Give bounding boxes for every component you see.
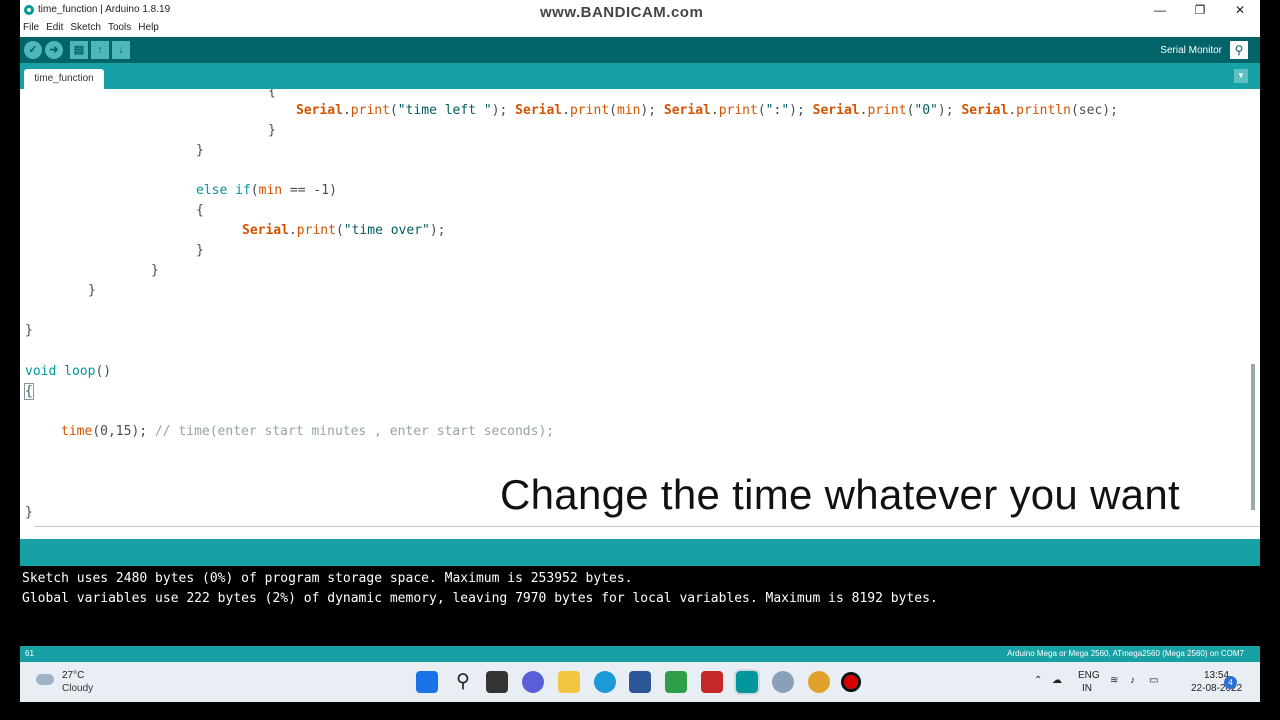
edge-browser-icon[interactable] xyxy=(594,671,616,693)
menu-edit[interactable]: Edit xyxy=(43,20,67,36)
chevron-up-icon[interactable]: ⌃ xyxy=(1034,675,1042,686)
bandicam-watermark: www.BANDICAM.com xyxy=(540,4,704,21)
code-line: { xyxy=(196,203,204,218)
file-explorer-icon[interactable] xyxy=(558,671,580,693)
tab-time-function[interactable]: time_function xyxy=(24,69,104,89)
windows-taskbar: 27°C Cloudy ⚲ ⌃ ☁ ENG IN ≋ ♪ ▭ 13:54 22-… xyxy=(20,662,1260,702)
store-icon[interactable] xyxy=(629,671,651,693)
video-caption: Change the time whatever you want xyxy=(500,471,1180,518)
code-line: void loop() xyxy=(25,364,112,379)
code-line: { xyxy=(24,383,34,400)
status-bar: 61 Arduino Mega or Mega 2560, ATmega2560… xyxy=(20,646,1260,662)
chevron-down-icon: ▼ xyxy=(1237,71,1245,80)
console-divider[interactable] xyxy=(20,539,1260,566)
code-line: } xyxy=(88,283,96,298)
minimize-button[interactable]: — xyxy=(1146,2,1174,18)
language-bottom[interactable]: IN xyxy=(1082,683,1092,694)
vertical-scrollbar[interactable] xyxy=(1251,364,1255,510)
code-line: } xyxy=(196,243,204,258)
tab-bar: time_function ▼ xyxy=(20,63,1260,89)
excel-icon[interactable] xyxy=(665,671,687,693)
horizontal-scrollbar[interactable] xyxy=(34,526,1260,527)
serial-monitor-button[interactable]: ⚲ xyxy=(1230,41,1248,59)
tab-menu-button[interactable]: ▼ xyxy=(1234,69,1248,83)
code-line: else if(min == -1) xyxy=(196,183,337,198)
menu-file[interactable]: File xyxy=(20,20,43,36)
upload-button[interactable]: ➜ xyxy=(45,41,63,59)
notification-badge[interactable]: 4 xyxy=(1224,676,1237,689)
code-line: time(0,15); // time(enter start minutes … xyxy=(61,424,555,439)
verify-button[interactable]: ✓ xyxy=(24,41,42,59)
menu-tools[interactable]: Tools xyxy=(105,20,135,36)
cloud-icon[interactable] xyxy=(36,674,54,685)
arrow-down-icon: ↓ xyxy=(118,44,124,56)
menu-bar: File Edit Sketch Tools Help xyxy=(20,20,1260,36)
board-info: Arduino Mega or Mega 2560, ATmega2560 (M… xyxy=(1007,649,1244,658)
arduino-taskbar-icon[interactable] xyxy=(734,669,760,695)
open-sketch-button[interactable]: ↑ xyxy=(91,41,109,59)
title-bar: time_function | Arduino 1.8.19 www.BANDI… xyxy=(20,0,1260,21)
language-top[interactable]: ENG xyxy=(1078,670,1100,681)
windows-start-icon[interactable] xyxy=(416,671,438,693)
onedrive-icon[interactable]: ☁ xyxy=(1052,675,1062,686)
code-line: } xyxy=(25,505,33,520)
arduino-app-icon xyxy=(24,5,34,15)
code-line: } xyxy=(25,323,33,338)
save-sketch-button[interactable]: ↓ xyxy=(112,41,130,59)
code-line: } xyxy=(151,263,159,278)
wifi-icon[interactable]: ≋ xyxy=(1110,675,1118,686)
search-icon[interactable]: ⚲ xyxy=(452,671,474,693)
code-line: } xyxy=(268,123,276,138)
arduino-ide-window: time_function | Arduino 1.8.19 www.BANDI… xyxy=(20,0,1260,662)
menu-sketch[interactable]: Sketch xyxy=(67,20,105,36)
window-title: time_function | Arduino 1.8.19 xyxy=(38,4,171,15)
code-editor[interactable]: { Serial.print("time left "); Serial.pri… xyxy=(20,89,1260,527)
task-view-icon[interactable] xyxy=(486,671,508,693)
magnifier-icon: ⚲ xyxy=(1234,43,1244,57)
console-line: Sketch uses 2480 bytes (0%) of program s… xyxy=(22,571,633,586)
mcafee-icon[interactable] xyxy=(701,671,723,693)
check-icon: ✓ xyxy=(28,44,38,56)
toolbar: ✓ ➜ ▤ ↑ ↓ Serial Monitor ⚲ xyxy=(20,37,1260,63)
new-sketch-button[interactable]: ▤ xyxy=(70,41,88,59)
code-line: } xyxy=(196,143,204,158)
weather-temperature[interactable]: 27°C xyxy=(62,670,84,681)
console-line: Global variables use 222 bytes (2%) of d… xyxy=(22,591,938,606)
arrow-up-icon: ↑ xyxy=(97,44,103,56)
close-button[interactable]: ✕ xyxy=(1226,2,1254,18)
serial-monitor-label: Serial Monitor xyxy=(1160,45,1222,56)
chat-icon[interactable] xyxy=(522,671,544,693)
code-line: Serial.print("time left "); Serial.print… xyxy=(296,103,1118,118)
code-line: Serial.print("time over"); xyxy=(242,223,446,238)
code-line: { xyxy=(268,89,276,99)
file-icon: ▤ xyxy=(73,44,85,56)
volume-icon[interactable]: ♪ xyxy=(1130,675,1135,686)
output-console: Sketch uses 2480 bytes (0%) of program s… xyxy=(20,566,1260,646)
maximize-button[interactable]: ❐ xyxy=(1186,2,1214,18)
weather-description[interactable]: Cloudy xyxy=(62,683,93,694)
line-number: 61 xyxy=(25,649,34,658)
arrow-right-icon: ➜ xyxy=(49,44,59,56)
battery-icon[interactable]: ▭ xyxy=(1149,675,1158,686)
chrome-icon[interactable] xyxy=(808,671,830,693)
menu-help[interactable]: Help xyxy=(135,20,163,36)
settings-gear-icon[interactable] xyxy=(772,671,794,693)
record-icon[interactable] xyxy=(841,672,861,692)
